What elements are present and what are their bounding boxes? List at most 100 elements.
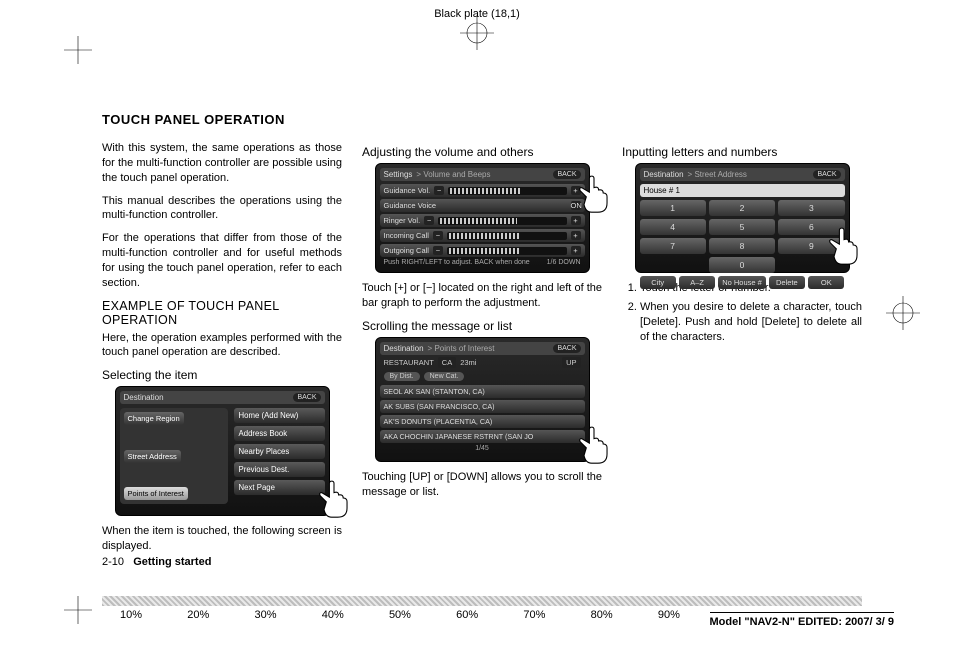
ruler-tick: 20% — [187, 609, 209, 621]
menu-item[interactable]: Next Page — [234, 480, 325, 495]
paragraph: For the operations that differ from thos… — [102, 231, 342, 290]
screenshot-destination-menu: Destination BACK Change Region Street Ad… — [115, 386, 330, 516]
pager: 1/45 — [380, 445, 585, 452]
ruler-tick: 60% — [456, 609, 478, 621]
list-item[interactable]: AK'S DONUTS (PLACENTIA, CA) — [380, 415, 585, 428]
row-label: Guidance Vol. — [384, 186, 431, 195]
paragraph: With this system, the same operations as… — [102, 141, 342, 186]
poi-button[interactable]: Points of Interest — [124, 487, 188, 500]
back-button[interactable]: BACK — [813, 170, 840, 179]
row-label: Outgoing Call — [384, 246, 429, 255]
new-cat-button[interactable]: New Cat. — [424, 372, 465, 381]
city-button[interactable]: City — [640, 276, 676, 289]
plus-button[interactable]: + — [571, 186, 581, 195]
page-footer: 2-10 Getting started — [102, 556, 211, 568]
list-item: When you desire to delete a character, t… — [640, 300, 862, 345]
heading-selecting: Selecting the item — [102, 368, 342, 382]
az-button[interactable]: A–Z — [679, 276, 715, 289]
breadcrumb: > Street Address — [688, 170, 747, 179]
minus-button[interactable]: − — [434, 186, 444, 195]
list-item[interactable]: AKA CHOCHIN JAPANESE RSTRNT (SAN JO — [380, 430, 585, 443]
minus-button[interactable]: − — [424, 216, 434, 225]
registration-mark — [886, 296, 920, 330]
list-item[interactable]: SEOL AK SAN (STANTON, CA) — [380, 385, 585, 398]
shot-title: Settings — [384, 170, 413, 179]
plus-button[interactable]: + — [571, 216, 581, 225]
screenshot-poi-list: Destination > Points of Interest BACK RE… — [375, 337, 590, 462]
shot-title: Destination — [384, 344, 424, 353]
shot-title: Destination — [644, 170, 684, 179]
screenshot-volume-beeps: Settings > Volume and Beeps BACK Guidanc… — [375, 163, 590, 273]
input-field[interactable]: House # 1 — [640, 184, 845, 197]
column-1: With this system, the same operations as… — [102, 141, 342, 562]
distance-label: 23mi — [460, 358, 476, 367]
key-9[interactable]: 9 — [778, 238, 844, 254]
field-label: House # — [644, 186, 674, 195]
screenshot-keypad: Destination > Street Address BACK House … — [635, 163, 850, 273]
key-1[interactable]: 1 — [640, 200, 706, 216]
crop-mark — [64, 36, 92, 64]
list-item[interactable]: AK SUBS (SAN FRANCISCO, CA) — [380, 400, 585, 413]
menu-item[interactable]: Previous Dest. — [234, 462, 325, 477]
heading-adjusting: Adjusting the volume and others — [362, 145, 602, 159]
paragraph: Touching [UP] or [DOWN] allows you to sc… — [362, 470, 602, 500]
field-value: 1 — [676, 186, 680, 195]
page-body: TOUCH PANEL OPERATION With this system, … — [102, 112, 862, 562]
section-title: TOUCH PANEL OPERATION — [102, 112, 862, 127]
heading-scrolling: Scrolling the message or list — [362, 319, 602, 333]
shot-title: Destination — [124, 393, 164, 402]
plus-button[interactable]: + — [571, 231, 581, 240]
ruler-tick: 40% — [322, 609, 344, 621]
instruction-list: Touch the letter or number. When you des… — [640, 281, 862, 344]
ruler-tick: 70% — [523, 609, 545, 621]
key-0[interactable]: 0 — [709, 257, 775, 273]
back-button[interactable]: BACK — [553, 344, 580, 353]
key-4[interactable]: 4 — [640, 219, 706, 235]
paragraph: This manual describes the operations usi… — [102, 194, 342, 224]
menu-item[interactable]: Home (Add New) — [234, 408, 325, 423]
model-edit-footer: Model "NAV2-N" EDITED: 2007/ 3/ 9 — [710, 612, 894, 628]
up-button[interactable]: UP — [562, 357, 580, 368]
key-5[interactable]: 5 — [709, 219, 775, 235]
minus-button[interactable]: − — [433, 246, 443, 255]
pager: 1/6 DOWN — [547, 259, 581, 266]
menu-item[interactable]: Nearby Places — [234, 444, 325, 459]
sort-button[interactable]: By Dist. — [384, 372, 420, 381]
chapter-name: Getting started — [133, 556, 211, 568]
row-label: Incoming Call — [384, 231, 429, 240]
state-badge: CA — [438, 357, 456, 368]
key-3[interactable]: 3 — [778, 200, 844, 216]
key-7[interactable]: 7 — [640, 238, 706, 254]
change-region-button[interactable]: Change Region — [124, 412, 184, 425]
ok-button[interactable]: OK — [808, 276, 844, 289]
row-label: Guidance Voice — [384, 201, 437, 210]
key-6[interactable]: 6 — [778, 219, 844, 235]
toggle-on[interactable]: ON — [571, 201, 581, 210]
paragraph: Touch [+] or [−] located on the right an… — [362, 281, 602, 311]
ruler-tick: 90% — [658, 609, 680, 621]
breadcrumb: > Points of Interest — [428, 344, 495, 353]
registration-mark — [460, 16, 494, 50]
heading-example: EXAMPLE OF TOUCH PANEL OPERATION — [102, 299, 342, 327]
ruler-tick: 10% — [120, 609, 142, 621]
key-8[interactable]: 8 — [709, 238, 775, 254]
key-2[interactable]: 2 — [709, 200, 775, 216]
back-button[interactable]: BACK — [293, 393, 320, 402]
street-address-button[interactable]: Street Address — [124, 450, 181, 463]
minus-button[interactable]: − — [433, 231, 443, 240]
menu-item[interactable]: Address Book — [234, 426, 325, 441]
paragraph: Here, the operation examples performed w… — [102, 331, 342, 361]
plus-button[interactable]: + — [571, 246, 581, 255]
no-house-button[interactable]: No House # — [718, 276, 765, 289]
back-button[interactable]: BACK — [553, 170, 580, 179]
page-number: 2-10 — [102, 556, 124, 568]
category-label: RESTAURANT — [384, 358, 434, 367]
column-3: Inputting letters and numbers Destinatio… — [622, 141, 862, 562]
crop-mark — [64, 596, 92, 624]
paragraph: When the item is touched, the following … — [102, 524, 342, 554]
delete-button[interactable]: Delete — [769, 276, 805, 289]
heading-inputting: Inputting letters and numbers — [622, 145, 862, 159]
ruler-tick: 50% — [389, 609, 411, 621]
row-label: Ringer Vol. — [384, 216, 421, 225]
breadcrumb: > Volume and Beeps — [416, 170, 490, 179]
